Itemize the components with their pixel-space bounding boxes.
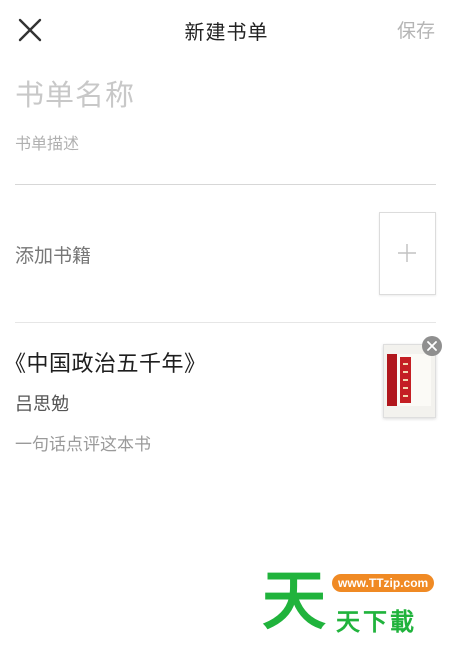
booklist-description-input[interactable]: 书单描述 xyxy=(15,130,435,154)
watermark-big-char: 天 xyxy=(262,565,326,639)
divider xyxy=(15,184,436,185)
plus-icon xyxy=(398,244,416,262)
book-title: 《中国政治五千年》 xyxy=(4,352,207,377)
booklist-name-input[interactable]: 书单名称 xyxy=(15,72,435,114)
page-title: 新建书单 xyxy=(184,20,269,44)
book-author: 吕思勉 xyxy=(15,394,69,415)
book-comment-input[interactable]: 一句话点评这本书 xyxy=(15,430,151,455)
add-book-label: 添加书籍 xyxy=(15,245,92,267)
header-bar: 新建书单 保存 xyxy=(0,0,453,60)
book-cover-spine xyxy=(387,354,397,406)
watermark-logo: 天 www.TTzip.com 天下載 xyxy=(262,566,442,638)
add-book-button[interactable] xyxy=(379,212,436,295)
save-button[interactable]: 保存 xyxy=(397,16,435,43)
remove-icon xyxy=(427,341,437,351)
watermark-text: 天下載 xyxy=(336,608,417,636)
remove-book-button[interactable] xyxy=(422,336,442,356)
watermark-url: www.TTzip.com xyxy=(332,574,435,592)
book-cover-title-block xyxy=(400,357,411,403)
create-booklist-screen: 新建书单 保存 书单名称 书单描述 添加书籍 《中国政治五千年》 吕思勉 一句话… xyxy=(0,0,453,657)
divider xyxy=(15,322,436,323)
